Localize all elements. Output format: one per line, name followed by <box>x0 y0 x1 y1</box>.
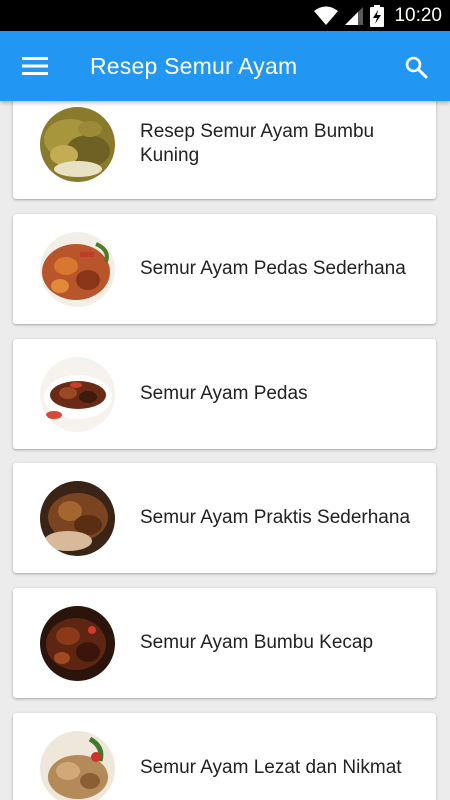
status-icons: 10:20 <box>314 0 442 31</box>
recipe-thumbnail <box>40 357 115 432</box>
recipe-card[interactable]: Resep Semur Ayam Bumbu Kuning <box>13 101 436 199</box>
recipe-title: Semur Ayam Praktis Sederhana <box>140 507 411 528</box>
recipe-title: Semur Ayam Pedas Sederhana <box>140 258 406 279</box>
recipe-title: Semur Ayam Pedas <box>140 383 308 404</box>
status-bar: 10:20 <box>0 0 450 31</box>
recipe-thumbnail <box>40 731 115 800</box>
recipe-card[interactable]: Semur Ayam Pedas <box>13 339 436 449</box>
status-time: 10:20 <box>394 4 442 26</box>
recipe-card[interactable]: Semur Ayam Praktis Sederhana <box>13 463 436 573</box>
recipe-thumbnail <box>40 481 115 556</box>
recipe-card[interactable]: Semur Ayam Lezat dan Nikmat <box>13 713 436 800</box>
recipe-card[interactable]: Semur Ayam Pedas Sederhana <box>13 214 436 324</box>
recipe-thumbnail <box>40 107 115 182</box>
recipe-card[interactable]: Semur Ayam Bumbu Kecap <box>13 588 436 698</box>
recipe-list[interactable]: Resep Semur Ayam Bumbu Kuning Semur Ayam… <box>0 101 450 800</box>
recipe-title: Semur Ayam Bumbu Kecap <box>140 632 374 653</box>
battery-charging-icon <box>370 4 385 27</box>
hamburger-menu-icon <box>22 57 48 75</box>
app-bar: Resep Semur Ayam <box>0 31 450 101</box>
recipe-title: Resep Semur Ayam Bumbu Kuning <box>140 121 375 166</box>
signal-icon <box>345 6 364 25</box>
search-button[interactable] <box>400 51 432 83</box>
recipe-title: Semur Ayam Lezat dan Nikmat <box>140 757 402 778</box>
menu-button[interactable] <box>18 51 52 81</box>
search-icon <box>405 56 428 79</box>
app-title: Resep Semur Ayam <box>90 53 298 79</box>
wifi-icon <box>314 6 339 25</box>
recipe-thumbnail <box>40 232 115 307</box>
recipe-thumbnail <box>40 606 115 681</box>
